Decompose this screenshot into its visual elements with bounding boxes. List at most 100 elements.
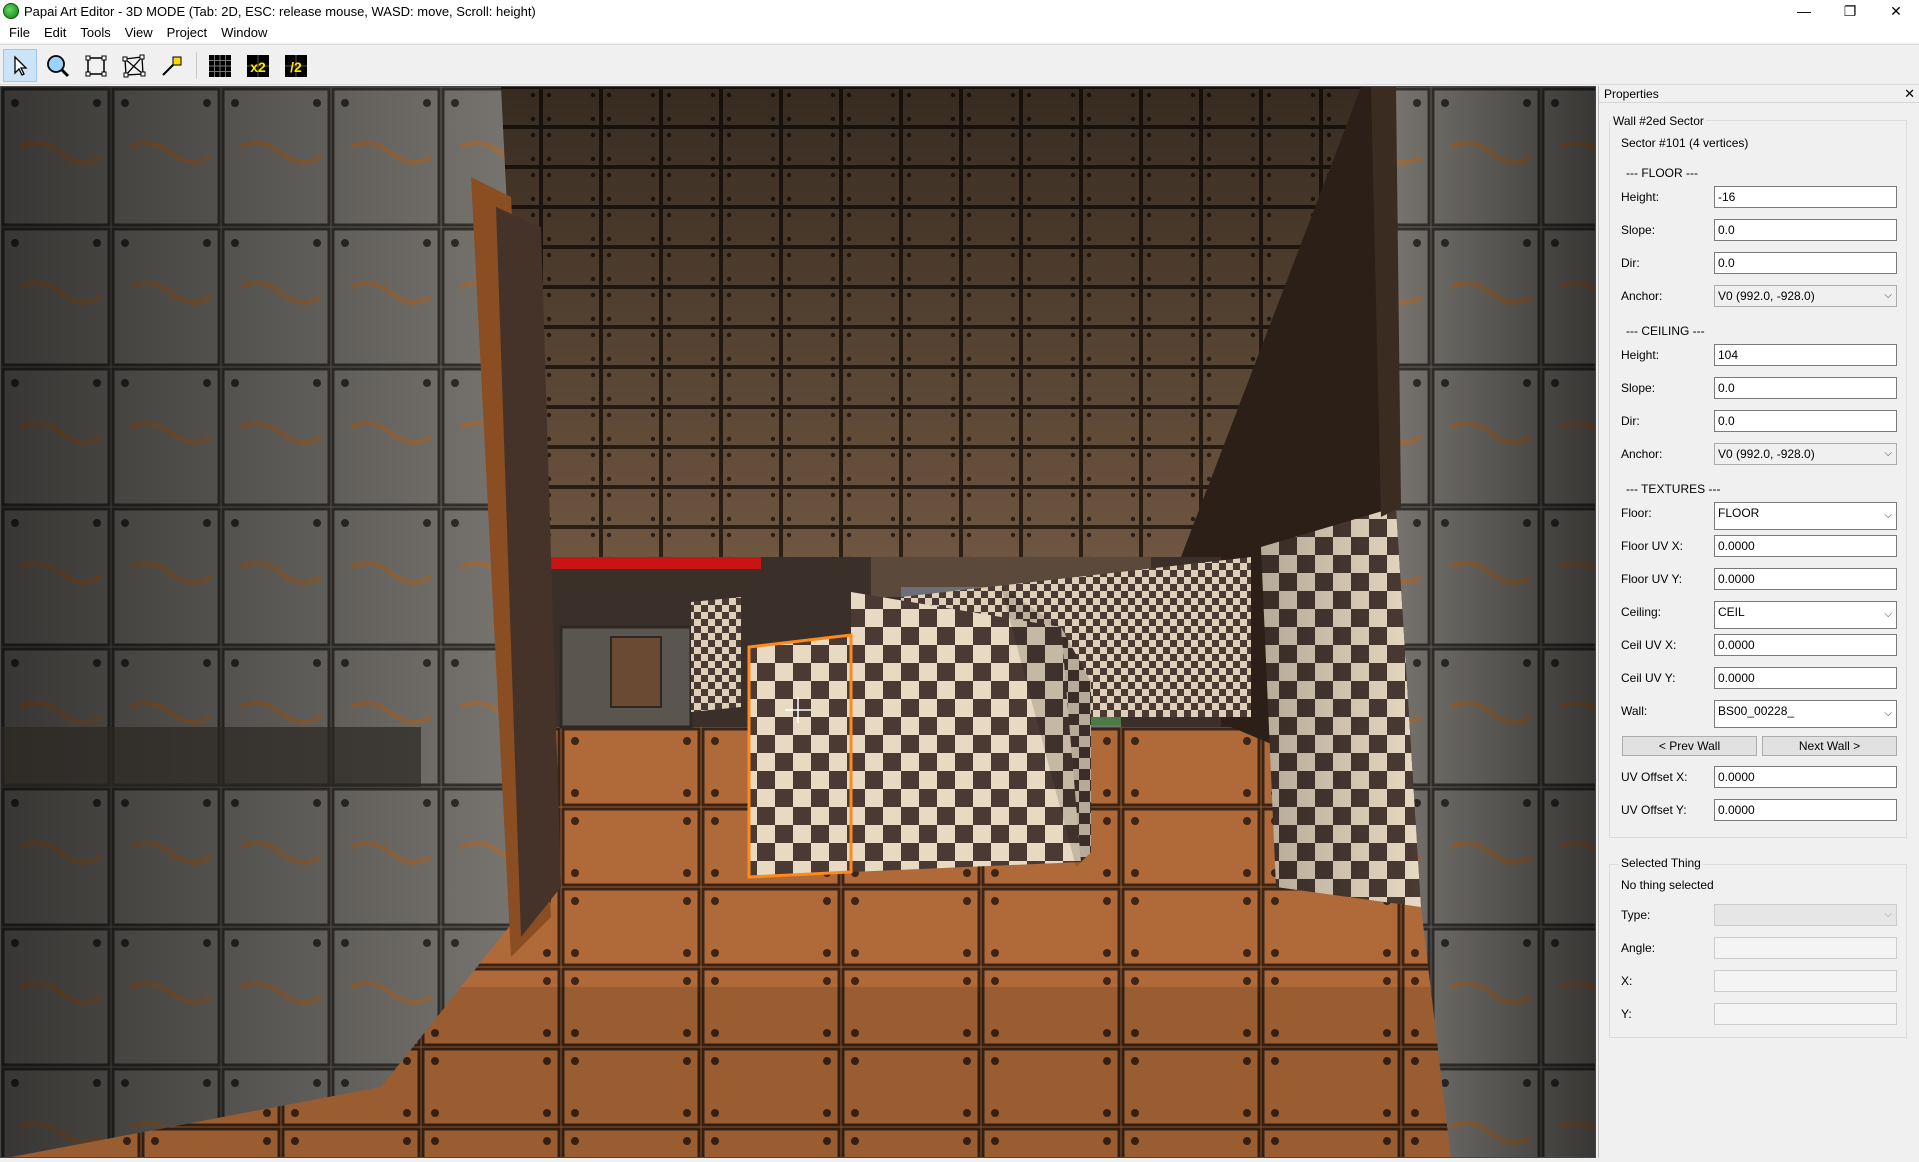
vertex-edit-button[interactable] (117, 49, 151, 82)
floor-slope-input[interactable]: 0.0 (1714, 219, 1897, 241)
vertex-edit-icon (122, 54, 146, 77)
toolbar: x2 /2 (0, 44, 1919, 85)
uv-offset-x-input[interactable]: 0.0000 (1714, 766, 1897, 788)
thing-group-title: Selected Thing (1619, 856, 1703, 870)
select-tool-button[interactable] (3, 49, 37, 82)
sector-info: Sector #101 (4 vertices) (1621, 136, 1749, 150)
ceiling-slope-input[interactable]: 0.0 (1714, 377, 1897, 399)
ceiling-dir-label: Dir: (1621, 414, 1640, 428)
floor-uvx-label: Floor UV X: (1621, 539, 1684, 553)
menu-window[interactable]: Window (214, 25, 274, 40)
properties-panel: Properties ✕ Wall #2ed Sector Sector #10… (1598, 86, 1919, 1158)
thing-tool-icon (162, 56, 182, 76)
thing-type-label: Type: (1621, 908, 1651, 922)
uv-offset-y-label: UV Offset Y: (1621, 803, 1687, 817)
chevron-down-icon: ⌵ (1884, 609, 1892, 620)
menu-tools[interactable]: Tools (73, 25, 117, 40)
menu-edit[interactable]: Edit (37, 25, 73, 40)
menu-file[interactable]: File (2, 25, 37, 40)
thing-angle-label: Angle: (1621, 941, 1656, 955)
zoom-tool-button[interactable] (41, 49, 75, 82)
uv-offset-y-input[interactable]: 0.0000 (1714, 799, 1897, 821)
grid-toggle-button[interactable] (203, 49, 237, 82)
ceil-uvy-label: Ceil UV Y: (1621, 671, 1676, 685)
floor-height-label: Height: (1621, 190, 1660, 204)
wall-texture-combo[interactable]: BS00_00228_ ⌵ (1714, 700, 1897, 728)
ceiling-anchor-select[interactable]: V0 (992.0, -928.0) ⌵ (1714, 443, 1897, 465)
floor-uvx-input[interactable]: 0.0000 (1714, 535, 1897, 557)
grid-half-icon: /2 (285, 54, 307, 77)
thing-y-input[interactable] (1714, 1003, 1897, 1025)
selected-wall[interactable] (749, 635, 851, 877)
ceiling-anchor-label: Anchor: (1621, 447, 1663, 461)
ceiling-height-label: Height: (1621, 348, 1660, 362)
floor-slope-label: Slope: (1621, 223, 1656, 237)
floor-dir-input[interactable]: 0.0 (1714, 252, 1897, 274)
properties-header: Properties ✕ (1599, 86, 1919, 103)
wall-texture-label: Wall: (1621, 704, 1648, 718)
thing-angle-input[interactable] (1714, 937, 1897, 959)
next-wall-button[interactable]: Next Wall > (1762, 736, 1897, 756)
menu-bar: File Edit Tools View Project Window (0, 22, 1919, 43)
close-window-button[interactable]: ✕ (1873, 0, 1919, 22)
ceiling-texture-combo[interactable]: CEIL ⌵ (1714, 601, 1897, 629)
thing-y-label: Y: (1621, 1007, 1632, 1021)
grid-icon (209, 54, 231, 77)
thing-type-select[interactable]: ⌵ (1714, 904, 1897, 926)
chevron-down-icon: ⌵ (1884, 708, 1892, 719)
ceil-uvx-label: Ceil UV X: (1621, 638, 1677, 652)
ceiling-height-input[interactable]: 104 (1714, 344, 1897, 366)
grid-double-label: x2 (250, 59, 266, 75)
thing-tool-button[interactable] (155, 49, 189, 82)
floor-anchor-label: Anchor: (1621, 289, 1663, 303)
sector-group-title: Wall #2ed Sector (1611, 114, 1706, 128)
select-arrow-icon (14, 54, 28, 76)
draw-sector-button[interactable] (79, 49, 113, 82)
toolbar-separator (196, 52, 197, 79)
chevron-down-icon: ⌵ (1884, 290, 1892, 301)
floor-texture-value: FLOOR (1718, 506, 1760, 520)
3d-viewport[interactable] (0, 86, 1596, 1158)
app-icon (3, 3, 19, 19)
status-strip (0, 1158, 1919, 1162)
window-title: Papai Art Editor - 3D MODE (Tab: 2D, ESC… (24, 3, 536, 19)
thing-x-label: X: (1621, 974, 1633, 988)
thing-status: No thing selected (1621, 878, 1714, 892)
grid-double-button[interactable]: x2 (241, 49, 275, 82)
restore-button[interactable]: ❐ (1827, 0, 1873, 22)
menu-view[interactable]: View (118, 25, 160, 40)
ceiling-header: --- CEILING --- (1626, 324, 1705, 338)
thing-x-input[interactable] (1714, 970, 1897, 992)
floor-height-input[interactable]: -16 (1714, 186, 1897, 208)
floor-uvy-label: Floor UV Y: (1621, 572, 1683, 586)
red-light-strip (541, 557, 761, 569)
chevron-down-icon: ⌵ (1884, 909, 1892, 920)
floor-anchor-value: V0 (992.0, -928.0) (1718, 289, 1815, 303)
grid-half-button[interactable]: /2 (279, 49, 313, 82)
floor-anchor-select[interactable]: V0 (992.0, -928.0) ⌵ (1714, 285, 1897, 307)
ceil-uvy-input[interactable]: 0.0000 (1714, 667, 1897, 689)
wall-texture-value: BS00_00228_ (1718, 704, 1795, 718)
prev-wall-button[interactable]: < Prev Wall (1622, 736, 1757, 756)
draw-sector-icon (85, 55, 107, 76)
uv-offset-x-label: UV Offset X: (1621, 770, 1688, 784)
ceiling-anchor-value: V0 (992.0, -928.0) (1718, 447, 1815, 461)
ceil-uvx-input[interactable]: 0.0000 (1714, 634, 1897, 656)
menu-project[interactable]: Project (160, 25, 214, 40)
ceiling-texture-label: Ceiling: (1621, 605, 1662, 619)
floor-texture-combo[interactable]: FLOOR ⌵ (1714, 502, 1897, 530)
floor-texture-label: Floor: (1621, 506, 1652, 520)
floor-dir-label: Dir: (1621, 256, 1640, 270)
floor-header: --- FLOOR --- (1626, 166, 1698, 180)
grid-half-label: /2 (290, 59, 302, 75)
ceiling-dir-input[interactable]: 0.0 (1714, 410, 1897, 432)
zoom-icon (47, 54, 70, 77)
chevron-down-icon: ⌵ (1884, 510, 1892, 521)
properties-title: Properties (1604, 87, 1659, 101)
minimize-button[interactable]: — (1781, 0, 1827, 22)
ceiling-texture-value: CEIL (1718, 605, 1745, 619)
textures-header: --- TEXTURES --- (1626, 482, 1721, 496)
3d-scene (1, 87, 1595, 1157)
close-panel-icon[interactable]: ✕ (1904, 86, 1915, 102)
floor-uvy-input[interactable]: 0.0000 (1714, 568, 1897, 590)
